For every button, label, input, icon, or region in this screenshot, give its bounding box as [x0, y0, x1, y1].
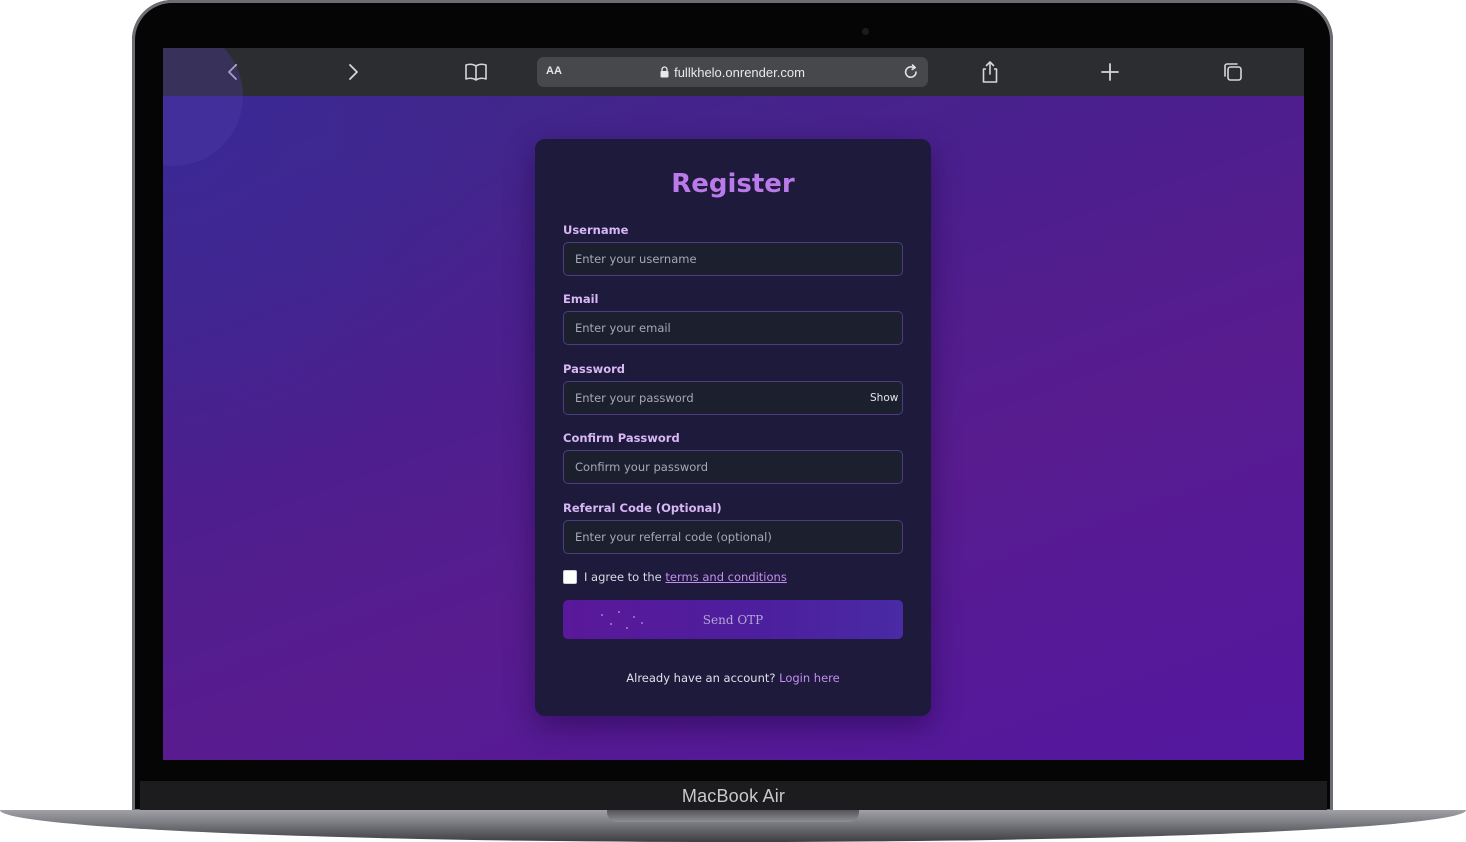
username-input[interactable]: [563, 242, 903, 276]
referral-code-input[interactable]: [563, 520, 903, 554]
tabs-icon[interactable]: [1219, 58, 1247, 86]
sparkle: [641, 622, 643, 624]
terms-checkbox[interactable]: [563, 570, 577, 584]
address-bar[interactable]: AA fullkhelo.onrender.com: [537, 57, 928, 87]
login-prompt: Already have an account?: [626, 671, 776, 685]
terms-link[interactable]: terms and conditions: [665, 570, 786, 584]
sparkle: [601, 614, 603, 616]
confirm-password-input[interactable]: [563, 450, 903, 484]
page-background: Register Username Email Password Show Co…: [163, 48, 1304, 760]
forward-icon[interactable]: [339, 58, 367, 86]
email-label: Email: [563, 292, 599, 306]
new-tab-icon[interactable]: [1096, 58, 1124, 86]
show-password-button[interactable]: Show: [870, 392, 898, 404]
reload-icon[interactable]: [898, 59, 924, 85]
model-label: MacBook Air: [681, 785, 786, 806]
email-input[interactable]: [563, 311, 903, 345]
send-otp-label: Send OTP: [702, 612, 764, 627]
sparkle: [610, 623, 612, 625]
bookmarks-icon[interactable]: [462, 58, 490, 86]
terms-row: I agree to the terms and conditions: [563, 569, 787, 585]
referral-code-label: Referral Code (Optional): [563, 501, 722, 515]
sparkle: [618, 611, 620, 613]
terms-text: I agree to the terms and conditions: [584, 570, 787, 584]
laptop-notch: [607, 810, 859, 822]
password-input[interactable]: [563, 381, 903, 415]
send-otp-button[interactable]: Send OTP: [563, 600, 903, 639]
lock-icon: [660, 63, 669, 82]
laptop-hinge: MacBook Air: [140, 781, 1327, 811]
browser-toolbar: AA fullkhelo.onrender.com: [163, 48, 1304, 96]
share-icon[interactable]: [976, 58, 1004, 86]
terms-prefix: I agree to the: [584, 570, 662, 584]
register-card: Register Username Email Password Show Co…: [535, 139, 931, 716]
login-link[interactable]: Login here: [779, 671, 840, 685]
confirm-password-label: Confirm Password: [563, 431, 680, 445]
login-prompt-row: Already have an account? Login here: [535, 671, 931, 685]
url-display[interactable]: fullkhelo.onrender.com: [537, 57, 928, 87]
decorative-bubble: [163, 48, 243, 166]
url-text: fullkhelo.onrender.com: [674, 64, 805, 80]
sparkle: [626, 627, 628, 629]
password-label: Password: [563, 362, 625, 376]
sparkle: [633, 616, 635, 618]
screen: AA fullkhelo.onrender.com Register Usern…: [163, 48, 1304, 760]
camera: [862, 28, 869, 35]
username-label: Username: [563, 223, 629, 237]
page-title: Register: [671, 169, 795, 199]
